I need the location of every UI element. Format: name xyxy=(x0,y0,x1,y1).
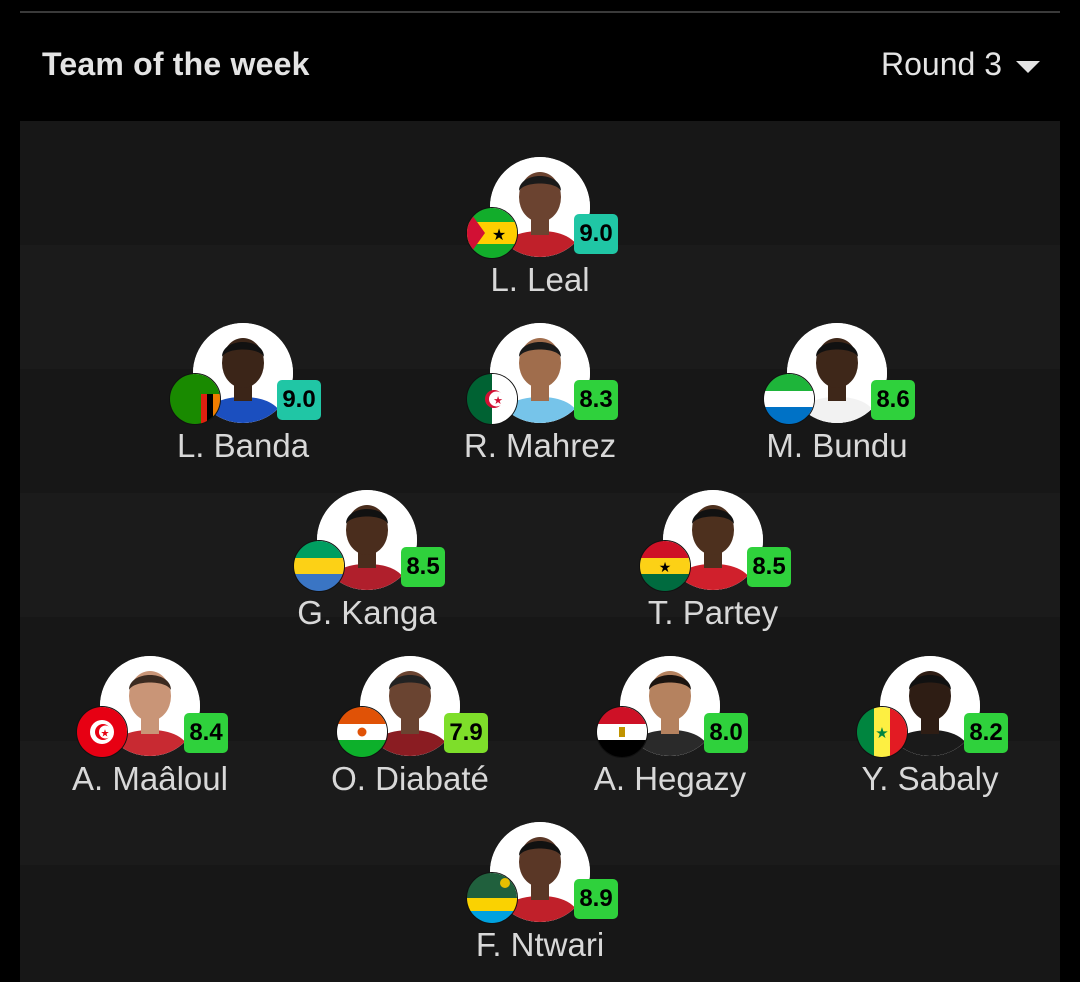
pitch-stripe xyxy=(20,493,1060,617)
player-rating-badge: 8.9 xyxy=(574,879,618,919)
round-selector[interactable]: Round 3 xyxy=(881,46,1040,83)
svg-text:★: ★ xyxy=(492,227,506,244)
player-card[interactable]: 8.5 G. Kanga xyxy=(257,490,477,640)
page-title: Team of the week xyxy=(42,46,310,82)
player-rating-badge: 8.3 xyxy=(574,380,618,420)
player-rating-badge: 9.0 xyxy=(277,380,321,420)
player-name: G. Kanga xyxy=(297,594,437,631)
player-card[interactable]: ★ 8.2 Y. Sabaly xyxy=(820,656,1040,806)
player-name: T. Partey xyxy=(647,594,779,631)
player-card[interactable]: ★ 9.0 L. Leal xyxy=(430,157,650,307)
player-name: Y. Sabaly xyxy=(861,760,999,797)
player-name: F. Ntwari xyxy=(475,926,605,963)
player-name: L. Leal xyxy=(490,261,590,298)
player-name: A. Maâloul xyxy=(72,760,228,797)
senegal-flag-icon: ★ xyxy=(856,706,908,758)
player-card[interactable]: ★ 8.4 A. Maâloul xyxy=(40,656,260,806)
player-card[interactable]: 9.0 L. Banda xyxy=(133,323,353,473)
player-card[interactable]: 8.9 F. Ntwari xyxy=(430,822,650,972)
player-rating-badge: 8.4 xyxy=(184,713,228,753)
player-name: M. Bundu xyxy=(766,427,908,464)
svg-text:★: ★ xyxy=(659,559,672,575)
top-divider xyxy=(20,11,1060,13)
player-rating-badge: 8.5 xyxy=(401,547,445,587)
sierra-leone-flag-icon xyxy=(763,373,815,425)
player-card[interactable]: ★ 8.3 R. Mahrez xyxy=(430,323,650,473)
rwanda-flag-icon xyxy=(466,872,518,924)
sao-tome-flag-icon: ★ xyxy=(466,207,518,259)
player-rating-badge: 8.6 xyxy=(871,380,915,420)
player-name: R. Mahrez xyxy=(463,427,617,464)
player-name: L. Banda xyxy=(176,427,310,464)
svg-text:★: ★ xyxy=(875,725,888,742)
egypt-flag-icon xyxy=(596,706,648,758)
svg-text:★: ★ xyxy=(101,729,110,740)
player-name: A. Hegazy xyxy=(593,760,747,797)
player-card[interactable]: 8.0 A. Hegazy xyxy=(560,656,780,806)
zambia-flag-icon xyxy=(169,373,221,425)
player-card[interactable]: 7.9 O. Diabaté xyxy=(300,656,520,806)
player-rating-badge: 8.0 xyxy=(704,713,748,753)
player-rating-badge: 8.5 xyxy=(747,547,791,587)
niger-flag-icon xyxy=(336,706,388,758)
player-rating-badge: 9.0 xyxy=(574,214,618,254)
gabon-flag-icon xyxy=(293,540,345,592)
player-rating-badge: 8.2 xyxy=(964,713,1008,753)
tunisia-flag-icon: ★ xyxy=(76,706,128,758)
svg-text:★: ★ xyxy=(493,395,503,407)
player-name: O. Diabaté xyxy=(331,760,489,797)
chevron-down-icon xyxy=(1016,60,1040,73)
algeria-flag-icon: ★ xyxy=(466,373,518,425)
player-rating-badge: 7.9 xyxy=(444,713,488,753)
player-card[interactable]: ★ 8.5 T. Partey xyxy=(603,490,823,640)
player-card[interactable]: 8.6 M. Bundu xyxy=(727,323,947,473)
round-label: Round 3 xyxy=(881,46,1002,82)
ghana-flag-icon: ★ xyxy=(639,540,691,592)
